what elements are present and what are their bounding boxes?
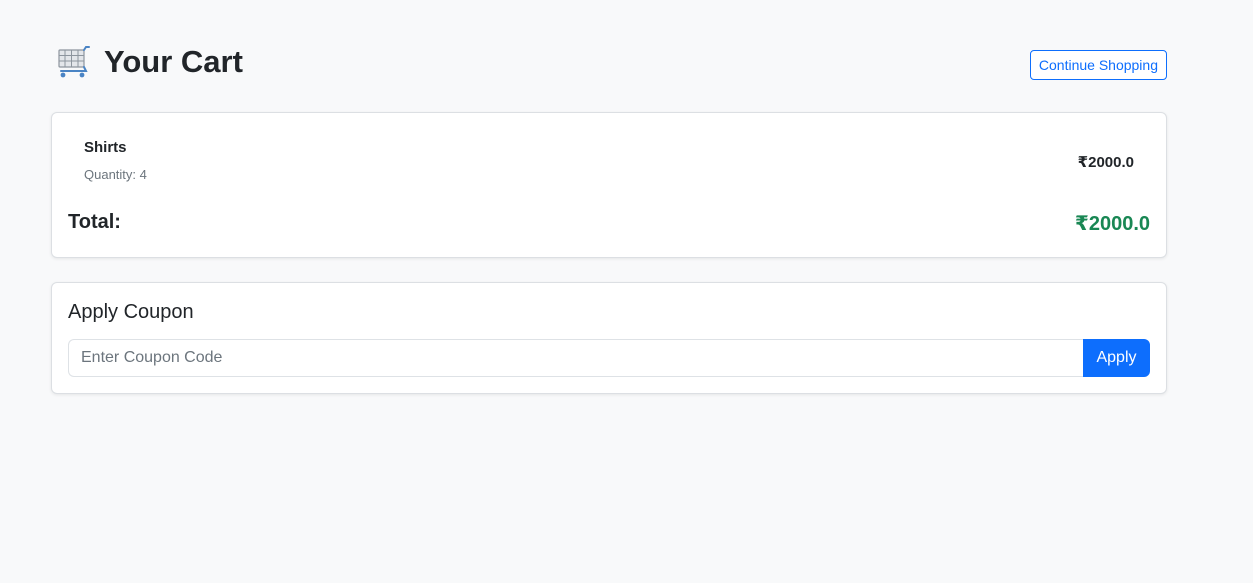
cart-summary-card: Shirts Quantity: 4 ₹2000.0 Total: ₹2000.… bbox=[51, 112, 1167, 258]
cart-item-quantity: Quantity: 4 bbox=[84, 167, 147, 182]
cart-page: Your Cart Continue Shopping Shirts Quant… bbox=[0, 0, 1253, 583]
page-title: Your Cart bbox=[54, 44, 243, 80]
total-value: ₹2000.0 bbox=[1074, 213, 1150, 235]
apply-coupon-button[interactable]: Apply bbox=[1083, 339, 1150, 377]
page-header: Your Cart Continue Shopping bbox=[52, 40, 1167, 90]
coupon-title: Apply Coupon bbox=[68, 301, 194, 323]
coupon-input-group: Apply bbox=[68, 339, 1150, 377]
cart-item-name: Shirts bbox=[84, 139, 127, 156]
shopping-cart-icon bbox=[58, 46, 90, 78]
cart-item-price: ₹2000.0 bbox=[1077, 154, 1134, 171]
continue-shopping-button[interactable]: Continue Shopping bbox=[1029, 50, 1167, 80]
coupon-code-input[interactable] bbox=[68, 339, 1083, 377]
coupon-card: Apply Coupon Apply bbox=[51, 282, 1167, 394]
total-label: Total: bbox=[68, 211, 121, 233]
page-title-text: Your Cart bbox=[104, 44, 243, 79]
